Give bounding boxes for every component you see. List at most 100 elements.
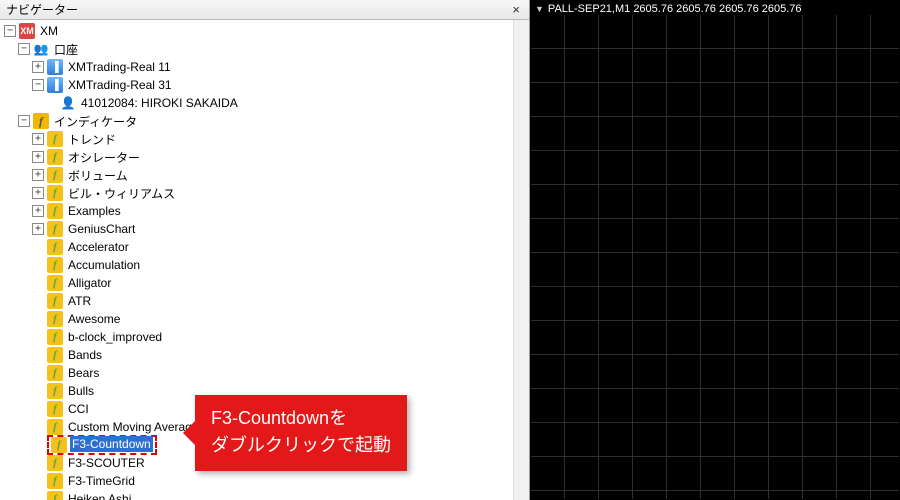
collapse-icon[interactable]: − xyxy=(32,79,44,91)
spacer xyxy=(32,493,44,500)
navigator-titlebar: ナビゲーター × xyxy=(0,0,529,20)
spacer xyxy=(32,295,44,307)
collapse-icon[interactable]: − xyxy=(18,43,30,55)
tree-indicator-item[interactable]: fAccelerator xyxy=(4,238,513,256)
indicator-icon: f xyxy=(47,347,63,363)
annotation-callout: F3-Countdownを ダブルクリックで起動 xyxy=(195,395,407,471)
chart-header: ▼ PALL-SEP21,M1 2605.76 2605.76 2605.76 … xyxy=(535,3,802,15)
tree-indicator-item[interactable]: fHeiken Ashi xyxy=(4,490,513,500)
scrollbar[interactable] xyxy=(513,20,529,500)
spacer xyxy=(32,457,44,469)
tree-indicator-folder[interactable]: +fオシレーター xyxy=(4,148,513,166)
spacer xyxy=(32,349,44,361)
indicator-icon: f xyxy=(47,257,63,273)
expand-icon[interactable]: + xyxy=(32,133,44,145)
chart-panel[interactable]: ▼ PALL-SEP21,M1 2605.76 2605.76 2605.76 … xyxy=(530,0,900,500)
spacer xyxy=(32,331,44,343)
indicator-icon: f xyxy=(47,365,63,381)
server-icon: ▐ xyxy=(47,59,63,75)
indicator-icon: f xyxy=(47,401,63,417)
spacer xyxy=(32,367,44,379)
tree-indicator-item[interactable]: fb-clock_improved xyxy=(4,328,513,346)
collapse-icon[interactable]: − xyxy=(4,25,16,37)
spacer xyxy=(32,385,44,397)
indicator-folder-label: トレンド xyxy=(66,130,118,149)
indicator-folder-icon: f xyxy=(47,167,63,183)
tree-indicator-folder[interactable]: +fトレンド xyxy=(4,130,513,148)
indicator-icon: f xyxy=(47,455,63,471)
indicator-root-icon: f xyxy=(33,113,49,129)
spacer xyxy=(32,475,44,487)
indicator-item-label: Alligator xyxy=(66,275,113,291)
indicator-folder-icon: f xyxy=(47,131,63,147)
indicator-icon: f xyxy=(47,383,63,399)
indicators-label: インディケータ xyxy=(52,112,139,131)
server-label: XMTrading-Real 31 xyxy=(66,77,174,93)
chart-symbol-line: PALL-SEP21,M1 2605.76 2605.76 2605.76 26… xyxy=(548,3,802,15)
collapse-icon[interactable]: − xyxy=(18,115,30,127)
indicator-folder-icon: f xyxy=(47,221,63,237)
spacer xyxy=(32,403,44,415)
accounts-label: 口座 xyxy=(52,40,80,59)
tree-server[interactable]: + ▐ XMTrading-Real 11 xyxy=(4,58,513,76)
indicator-folder-icon: f xyxy=(47,149,63,165)
indicator-item-label: Bears xyxy=(66,365,101,381)
chart-grid xyxy=(531,15,899,499)
tree-indicators[interactable]: − f インディケータ xyxy=(4,112,513,130)
spacer xyxy=(32,241,44,253)
indicator-folder-icon: f xyxy=(47,185,63,201)
tree-account-user[interactable]: 👤 41012084: HIROKI SAKAIDA xyxy=(4,94,513,112)
indicator-item-label: Heiken Ashi xyxy=(66,491,133,500)
indicator-item-label: Accumulation xyxy=(66,257,142,273)
spacer xyxy=(32,421,44,433)
indicator-folder-label: オシレーター xyxy=(66,148,142,167)
server-icon: ▐ xyxy=(47,77,63,93)
indicator-icon: f xyxy=(47,275,63,291)
tree-indicator-folder[interactable]: +fExamples xyxy=(4,202,513,220)
tree-indicator-folder[interactable]: +fボリューム xyxy=(4,166,513,184)
indicator-item-label: CCI xyxy=(66,401,91,417)
tree-indicator-item[interactable]: fATR xyxy=(4,292,513,310)
indicator-item-label: F3-SCOUTER xyxy=(66,455,147,471)
spacer xyxy=(32,313,44,325)
indicator-icon: f xyxy=(47,473,63,489)
indicator-folder-label: Examples xyxy=(66,203,123,219)
indicator-folder-icon: f xyxy=(47,203,63,219)
indicator-item-label: b-clock_improved xyxy=(66,329,164,345)
spacer xyxy=(32,277,44,289)
tree-root-xm[interactable]: − XM XM xyxy=(4,22,513,40)
tree-indicator-item[interactable]: fAwesome xyxy=(4,310,513,328)
navigator-title: ナビゲーター xyxy=(6,1,78,18)
expand-icon[interactable]: + xyxy=(32,169,44,181)
tree-server[interactable]: − ▐ XMTrading-Real 31 xyxy=(4,76,513,94)
indicator-icon: f xyxy=(47,419,63,435)
indicator-icon: f xyxy=(47,329,63,345)
tree-indicator-folder[interactable]: +fビル・ウィリアムス xyxy=(4,184,513,202)
tree-accounts[interactable]: − 👥 口座 xyxy=(4,40,513,58)
indicator-item-label: Bulls xyxy=(66,383,96,399)
indicator-icon: f xyxy=(51,437,67,453)
tree-indicator-item[interactable]: fAccumulation xyxy=(4,256,513,274)
tree-indicator-item[interactable]: fBears xyxy=(4,364,513,382)
indicator-item-label: ATR xyxy=(66,293,93,309)
indicator-folder-label: ビル・ウィリアムス xyxy=(66,184,177,203)
indicator-folder-label: GeniusChart xyxy=(66,221,137,237)
spacer xyxy=(32,439,44,451)
tree-indicator-item[interactable]: fAlligator xyxy=(4,274,513,292)
expand-icon[interactable]: + xyxy=(32,61,44,73)
selection-highlight: fF3-Countdown xyxy=(47,435,157,455)
chart-menu-icon[interactable]: ▼ xyxy=(535,4,544,14)
expand-icon[interactable]: + xyxy=(32,205,44,217)
close-icon[interactable]: × xyxy=(509,2,523,17)
expand-icon[interactable]: + xyxy=(32,223,44,235)
folder-icon: 👥 xyxy=(33,41,49,57)
spacer xyxy=(32,259,44,271)
server-label: XMTrading-Real 11 xyxy=(66,59,173,75)
indicator-icon: f xyxy=(47,293,63,309)
tree-indicator-item[interactable]: fBands xyxy=(4,346,513,364)
expand-icon[interactable]: + xyxy=(32,151,44,163)
tree-indicator-item[interactable]: fF3-TimeGrid xyxy=(4,472,513,490)
tree-indicator-folder[interactable]: +fGeniusChart xyxy=(4,220,513,238)
person-icon: 👤 xyxy=(60,95,76,111)
expand-icon[interactable]: + xyxy=(32,187,44,199)
